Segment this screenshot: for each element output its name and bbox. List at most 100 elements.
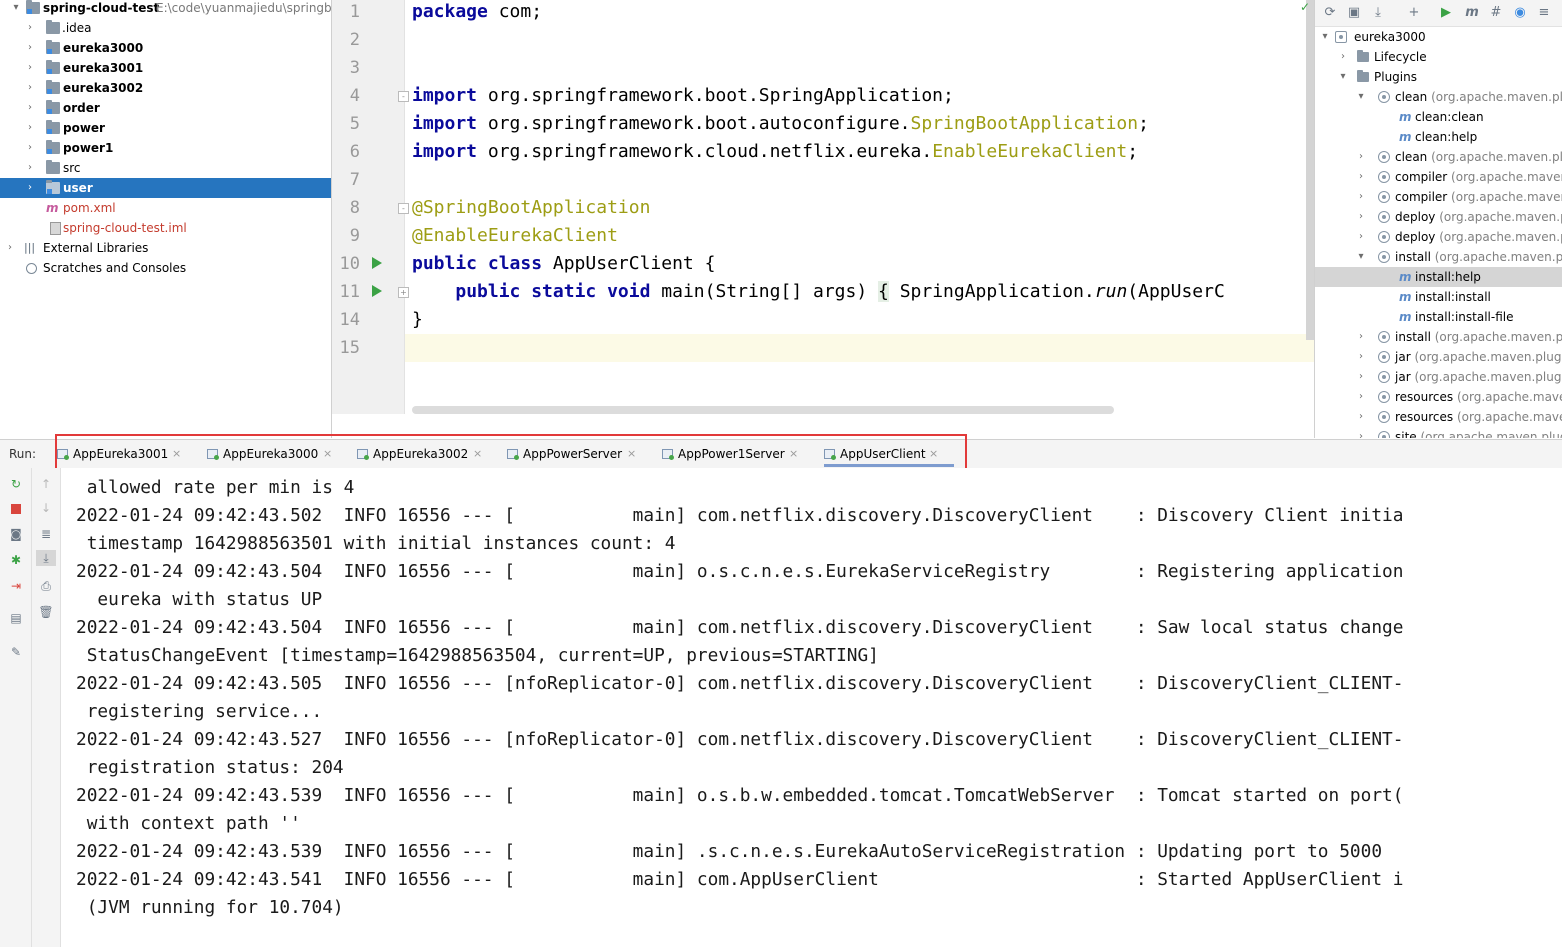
maven-plugin[interactable]: › jar (org.apache.maven.plugin bbox=[1315, 367, 1562, 387]
maven-plugin[interactable]: › resources (org.apache.maver bbox=[1315, 387, 1562, 407]
run-gutter-icon[interactable] bbox=[372, 285, 382, 297]
tab-app-eureka3002[interactable]: AppEureka3002 × bbox=[357, 440, 487, 468]
chevron-right-icon[interactable]: › bbox=[1355, 187, 1367, 207]
fold-icon[interactable]: - bbox=[398, 91, 409, 102]
scroll-to-end-icon[interactable]: ⤓ bbox=[36, 550, 56, 566]
tab-app-eureka3000[interactable]: AppEureka3000 × bbox=[207, 440, 337, 468]
chevron-right-icon[interactable]: › bbox=[1355, 327, 1367, 347]
close-icon[interactable]: × bbox=[789, 440, 798, 468]
chevron-right-icon[interactable]: › bbox=[24, 98, 36, 118]
tree-item-src[interactable]: › src bbox=[0, 158, 331, 178]
maven-goal-selected[interactable]: m install:help bbox=[1315, 267, 1562, 287]
add-icon[interactable]: + bbox=[1405, 4, 1423, 22]
maven-plugin[interactable]: › compiler (org.apache.maven. bbox=[1315, 187, 1562, 207]
close-icon[interactable]: × bbox=[929, 440, 938, 468]
maven-goal[interactable]: m clean:help bbox=[1315, 127, 1562, 147]
camera-icon[interactable]: ◙ bbox=[8, 526, 24, 542]
maven-plugins[interactable]: ▾ Plugins bbox=[1315, 67, 1562, 87]
maven-goal[interactable]: m clean:clean bbox=[1315, 107, 1562, 127]
chevron-right-icon[interactable]: › bbox=[24, 38, 36, 58]
chevron-down-icon[interactable]: ▾ bbox=[1355, 87, 1367, 107]
maven-project-eureka3000[interactable]: ▾ eureka3000 bbox=[1315, 27, 1562, 47]
chevron-down-icon[interactable]: ▾ bbox=[1355, 247, 1367, 267]
soft-wrap-icon[interactable]: ≣ bbox=[38, 526, 54, 542]
print-icon[interactable]: ⎙ bbox=[38, 578, 54, 594]
chevron-right-icon[interactable]: › bbox=[24, 58, 36, 78]
maven-plugin[interactable]: › clean (org.apache.maven.plug bbox=[1315, 147, 1562, 167]
tab-app-power-server[interactable]: AppPowerServer × bbox=[507, 440, 647, 468]
close-icon[interactable]: × bbox=[172, 440, 181, 468]
run-gutter-icon[interactable] bbox=[372, 257, 382, 269]
tree-item-scratches[interactable]: Scratches and Consoles bbox=[0, 258, 331, 278]
tab-app-user-client[interactable]: AppUserClient × bbox=[824, 440, 964, 468]
chevron-right-icon[interactable]: › bbox=[1355, 427, 1367, 438]
maven-plugin[interactable]: ▾ clean (org.apache.maven.plug bbox=[1315, 87, 1562, 107]
chevron-right-icon[interactable]: › bbox=[1355, 167, 1367, 187]
maven-plugin[interactable]: › resources (org.apache.maver bbox=[1315, 407, 1562, 427]
maven-plugin[interactable]: ▾ install (org.apache.maven.plu bbox=[1315, 247, 1562, 267]
chevron-right-icon[interactable]: › bbox=[24, 138, 36, 158]
chevron-right-icon[interactable]: › bbox=[4, 238, 16, 258]
close-icon[interactable]: × bbox=[473, 440, 482, 468]
tree-item-power1[interactable]: › power1 bbox=[0, 138, 331, 158]
editor-vertical-scrollbar[interactable] bbox=[1306, 0, 1314, 340]
reload-icon[interactable]: ⟳ bbox=[1321, 4, 1339, 22]
rerun-icon[interactable]: ↻ bbox=[8, 476, 24, 492]
fold-icon[interactable]: - bbox=[398, 203, 409, 214]
arrow-up-icon[interactable]: ↑ bbox=[38, 476, 54, 492]
chevron-right-icon[interactable]: › bbox=[24, 158, 36, 178]
chevron-right-icon[interactable]: › bbox=[1355, 407, 1367, 427]
debug-icon[interactable]: ✱ bbox=[8, 552, 24, 568]
maven-plugin[interactable]: › install (org.apache.maven.plu bbox=[1315, 327, 1562, 347]
skip-tests-icon[interactable]: ◉ bbox=[1511, 4, 1529, 22]
chevron-right-icon[interactable]: › bbox=[1337, 47, 1349, 67]
maven-plugin[interactable]: › jar (org.apache.maven.plugin bbox=[1315, 347, 1562, 367]
generate-sources-icon[interactable]: ▣ bbox=[1345, 4, 1363, 22]
inspection-ok-icon[interactable]: ✓ bbox=[1300, 0, 1310, 14]
maven-plugin[interactable]: › deploy (org.apache.maven.pl bbox=[1315, 207, 1562, 227]
maven-goal[interactable]: m install:install-file bbox=[1315, 307, 1562, 327]
chevron-right-icon[interactable]: › bbox=[24, 118, 36, 138]
trash-icon[interactable]: 🗑 bbox=[38, 604, 54, 620]
tree-item-pom[interactable]: m pom.xml bbox=[0, 198, 331, 218]
chevron-down-icon[interactable]: ▾ bbox=[1337, 67, 1349, 87]
arrow-down-icon[interactable]: ↓ bbox=[38, 500, 54, 516]
chevron-right-icon[interactable]: › bbox=[1355, 227, 1367, 247]
execute-goal-icon[interactable]: m bbox=[1463, 4, 1481, 22]
folded-brace[interactable]: { bbox=[878, 281, 889, 302]
tree-item-idea[interactable]: › .idea bbox=[0, 18, 331, 38]
maven-plugin[interactable]: › site (org.apache.maven.plugi bbox=[1315, 427, 1562, 438]
tab-app-power1-server[interactable]: AppPower1Server × bbox=[662, 440, 812, 468]
tree-root-spring-cloud-test[interactable]: ▾ spring-cloud-test E:\code\yuanmajiedu\… bbox=[0, 0, 331, 18]
tree-item-external-libraries[interactable]: › ||| External Libraries bbox=[0, 238, 331, 258]
maven-plugin[interactable]: › compiler (org.apache.maven. bbox=[1315, 167, 1562, 187]
collapse-all-icon[interactable]: ≡ bbox=[1535, 4, 1553, 22]
chevron-down-icon[interactable]: ▾ bbox=[10, 0, 22, 18]
tree-item-eureka3002[interactable]: › eureka3002 bbox=[0, 78, 331, 98]
close-icon[interactable]: × bbox=[323, 440, 332, 468]
tree-item-eureka3000[interactable]: › eureka3000 bbox=[0, 38, 331, 58]
exit-icon[interactable]: ⇥ bbox=[8, 578, 24, 594]
maven-plugin[interactable]: › deploy (org.apache.maven.pl bbox=[1315, 227, 1562, 247]
chevron-right-icon[interactable]: › bbox=[1355, 347, 1367, 367]
close-icon[interactable]: × bbox=[627, 440, 636, 468]
chevron-right-icon[interactable]: › bbox=[1355, 387, 1367, 407]
download-icon[interactable]: ⤓ bbox=[1369, 4, 1387, 22]
tree-item-order[interactable]: › order bbox=[0, 98, 331, 118]
run-console[interactable]: allowed rate per min is 4 2022-01-24 09:… bbox=[61, 468, 1562, 947]
chevron-right-icon[interactable]: › bbox=[24, 178, 36, 198]
chevron-right-icon[interactable]: › bbox=[1355, 147, 1367, 167]
chevron-right-icon[interactable]: › bbox=[24, 78, 36, 98]
maven-goal[interactable]: m install:install bbox=[1315, 287, 1562, 307]
toggle-offline-icon[interactable]: # bbox=[1487, 4, 1505, 22]
editor-horizontal-scrollbar[interactable] bbox=[412, 406, 1114, 414]
tab-app-eureka3001[interactable]: AppEureka3001 × bbox=[57, 440, 187, 468]
chevron-down-icon[interactable]: ▾ bbox=[1319, 27, 1331, 47]
pin-icon[interactable]: ✎ bbox=[8, 644, 24, 660]
run-icon[interactable]: ▶ bbox=[1437, 4, 1455, 22]
stop-icon[interactable] bbox=[8, 500, 24, 516]
chevron-right-icon[interactable]: › bbox=[1355, 207, 1367, 227]
chevron-right-icon[interactable]: › bbox=[24, 18, 36, 38]
chevron-right-icon[interactable]: › bbox=[1355, 367, 1367, 387]
tree-item-power[interactable]: › power bbox=[0, 118, 331, 138]
